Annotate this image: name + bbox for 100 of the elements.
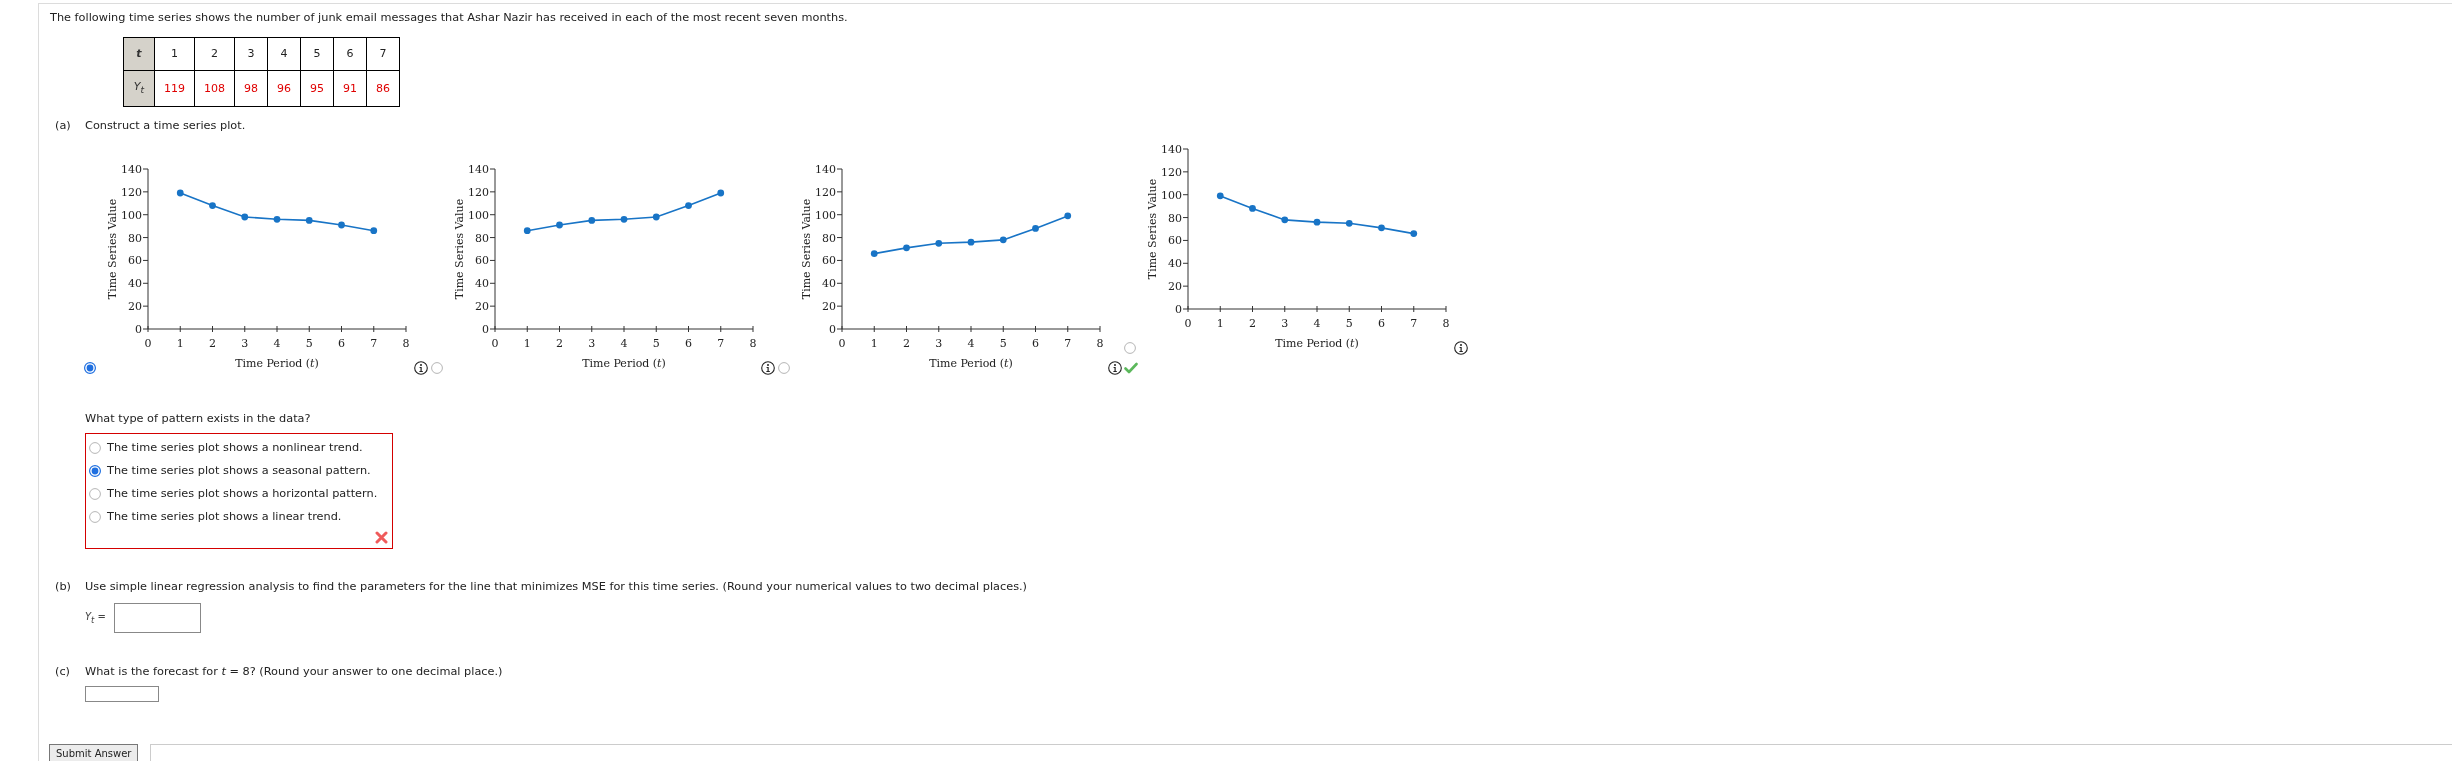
radio-button[interactable] <box>431 362 443 375</box>
axis-tick-label: 60 <box>1168 234 1182 248</box>
axis-tick-label: 120 <box>1161 166 1182 180</box>
axis-tick-label: 60 <box>128 254 142 268</box>
option-label: The time series plot shows a seasonal pattern. <box>107 464 371 478</box>
info-icon[interactable] <box>414 361 428 376</box>
axis-tick-label: 4 <box>967 337 975 351</box>
radio-button[interactable] <box>84 362 96 375</box>
axis-tick-label: 140 <box>121 163 142 177</box>
data-point <box>176 189 184 197</box>
data-point <box>1064 212 1072 220</box>
axis-tick-label: 20 <box>1168 280 1182 294</box>
axis-tick-label: 0 <box>829 323 836 337</box>
part-label: (b) <box>55 580 72 595</box>
submit-button[interactable]: Submit Answer <box>49 744 139 761</box>
radio-button[interactable] <box>89 441 101 454</box>
data-point <box>717 189 725 197</box>
row-header: Y$_{t}$ <box>123 70 155 107</box>
axis-tick-label: 5 <box>305 337 313 351</box>
info-icon[interactable] <box>1454 341 1468 356</box>
table-cell: 95 <box>300 70 334 107</box>
table-cell: 96 <box>267 70 301 107</box>
data-point <box>1032 225 1039 232</box>
radio-button[interactable] <box>89 487 101 500</box>
table-cell: 2 <box>194 37 235 71</box>
radio-button[interactable] <box>89 510 101 523</box>
axis-tick-label: 6 <box>685 337 692 351</box>
axis-tick-label: 40 <box>128 277 142 291</box>
data-point <box>305 217 313 224</box>
axis-tick-label: 0 <box>491 337 499 351</box>
axis-tick-label: 60 <box>822 254 836 268</box>
axis-tick-label: 3 <box>241 337 249 351</box>
axis-tick-label: 5 <box>1345 317 1353 331</box>
axis-tick-label: 2 <box>209 337 216 351</box>
info-icon[interactable] <box>761 361 775 376</box>
data-point <box>209 202 216 210</box>
data-point <box>903 244 910 252</box>
radio-button[interactable] <box>778 362 790 375</box>
data-point <box>273 216 281 223</box>
axis-tick-label: 8 <box>402 337 410 351</box>
part-label: (a) <box>55 119 72 134</box>
axis-title: Time Period (t) <box>929 357 1013 371</box>
axis-tick-label: 100 <box>815 208 836 222</box>
radio-button[interactable] <box>89 464 101 477</box>
data-point <box>1281 216 1289 224</box>
table-cell: 3 <box>234 37 268 71</box>
info-icon[interactable] <box>1108 361 1122 376</box>
axis-tick-label: 140 <box>468 163 489 177</box>
axis-tick-label: 0 <box>135 323 142 337</box>
axis-tick-label: 4 <box>273 337 281 351</box>
axis-tick-label: 80 <box>822 231 836 245</box>
axis-tick-label: 20 <box>822 300 836 314</box>
axis-tick-label: 80 <box>128 231 142 245</box>
axis-tick-label: 120 <box>815 186 836 200</box>
table-cell: 98 <box>234 70 268 107</box>
axis-tick-label: 4 <box>620 337 628 351</box>
data-point <box>620 216 628 223</box>
data-point <box>556 221 563 229</box>
data-point <box>652 213 660 221</box>
option-label: The time series plot shows a linear trend. <box>107 510 342 524</box>
data-point <box>588 217 596 224</box>
axis-tick-label: 1 <box>523 337 531 351</box>
axis-title: Time Series Value <box>1146 179 1159 280</box>
axis-tick-label: 7 <box>1410 317 1418 331</box>
part-prompt: Construct a time series plot. <box>85 119 246 134</box>
data-point <box>935 240 943 247</box>
data-point <box>1249 205 1256 212</box>
data-point <box>870 250 878 258</box>
question-text: What type of pattern exists in the data? <box>85 412 312 427</box>
axis-tick-label: 1 <box>1216 317 1224 331</box>
data-point <box>1216 192 1224 200</box>
axis-title: Time Series Value <box>453 199 466 300</box>
table-cell: 6 <box>333 37 367 71</box>
axis-tick-label: 80 <box>1168 211 1182 225</box>
data-point <box>338 221 345 229</box>
axis-tick-label: 2 <box>556 337 563 351</box>
table-cell: 1 <box>154 37 195 71</box>
axis-tick-label: 2 <box>903 337 910 351</box>
table-cell: 119 <box>154 70 195 107</box>
equation-label: Y$_{t}$ = <box>85 611 107 626</box>
radio-button[interactable] <box>1124 342 1136 355</box>
table-cell: 5 <box>300 37 334 71</box>
axis-tick-label: 100 <box>468 208 489 222</box>
table-cell: 4 <box>267 37 301 71</box>
axis-title: Time Period (t) <box>582 357 666 371</box>
axis-tick-label: 3 <box>935 337 943 351</box>
axis-tick-label: 60 <box>475 254 489 268</box>
input-field[interactable] <box>85 686 159 703</box>
data-point <box>967 238 975 246</box>
axis-title: Time Series Value <box>106 199 119 300</box>
axis-tick-label: 5 <box>999 337 1007 351</box>
data-point <box>1378 224 1385 232</box>
input-field[interactable] <box>114 603 201 634</box>
table-cell: 108 <box>194 70 235 107</box>
axis-tick-label: 7 <box>717 337 725 351</box>
axis-tick-label: 8 <box>1096 337 1104 351</box>
axis-tick-label: 3 <box>588 337 596 351</box>
axis-tick-label: 4 <box>1313 317 1321 331</box>
axis-tick-label: 0 <box>482 323 489 337</box>
axis-tick-label: 100 <box>1161 188 1182 202</box>
